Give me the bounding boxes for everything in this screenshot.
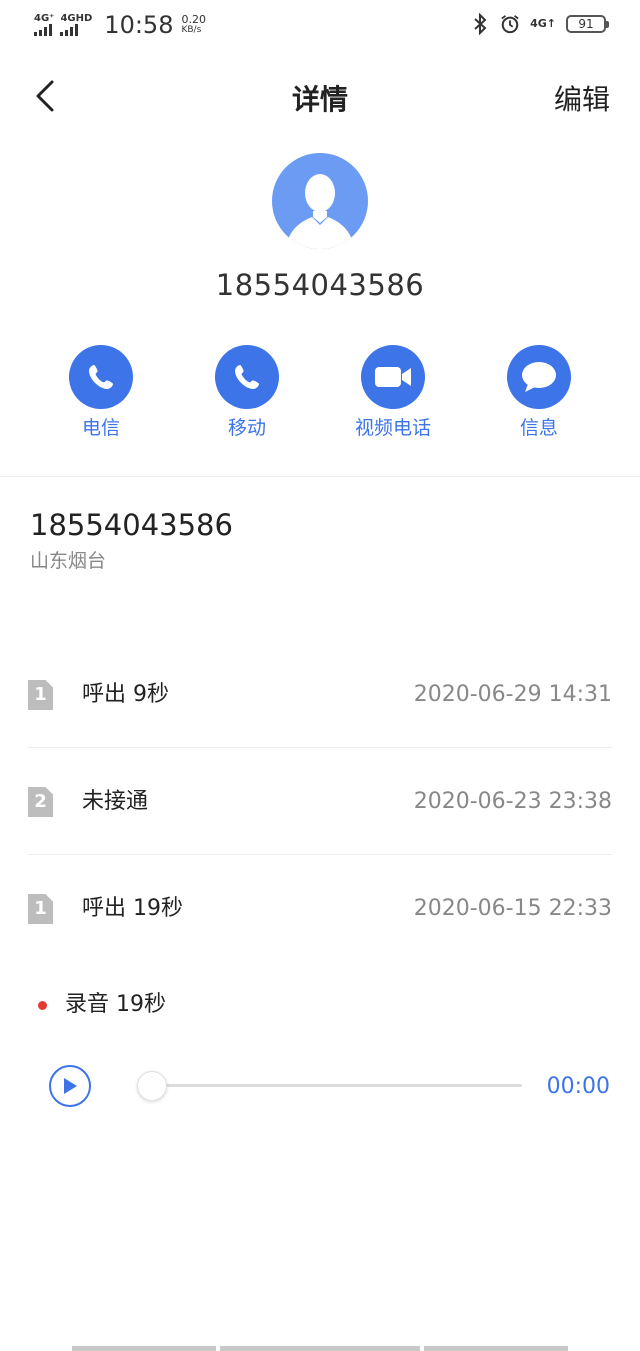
page-title: 详情 <box>291 83 348 116</box>
network-type-sim2: 4GHD <box>60 13 93 24</box>
action-circle <box>361 345 425 409</box>
call-log-row[interactable]: 2 未接通 2020-06-23 23:38 <box>28 787 612 827</box>
phone-icon <box>89 365 113 389</box>
alarm-icon <box>500 12 520 36</box>
call-type: 呼出 19秒 <box>82 896 183 921</box>
call-type: 呼出 9秒 <box>82 682 169 707</box>
nav-hint-bar <box>72 1346 216 1351</box>
video-call-button[interactable]: 视频电话 <box>323 345 463 440</box>
call-log-row[interactable]: 1 呼出 19秒 2020-06-15 22:33 <box>28 894 612 934</box>
message-button[interactable]: 信息 <box>469 345 609 440</box>
call-mobile-button[interactable]: 移动 <box>177 345 317 440</box>
call-log-row[interactable]: 1 呼出 9秒 2020-06-29 14:31 <box>28 680 612 720</box>
video-camera-icon <box>375 367 411 387</box>
sim-card-icon: 1 <box>28 894 53 924</box>
mobile-data-indicator: 4G↑ <box>530 17 556 30</box>
sim-card-icon: 2 <box>28 787 53 817</box>
avatar <box>272 153 368 249</box>
row-divider <box>28 854 612 855</box>
row-divider <box>28 747 612 748</box>
action-label: 移动 <box>227 417 266 439</box>
action-label: 视频电话 <box>354 417 431 439</box>
network-speed: 0.20 KB/s <box>181 14 206 36</box>
network-speed-value: 0.20 <box>181 13 206 26</box>
call-timestamp: 2020-06-29 14:31 <box>413 682 612 707</box>
call-timestamp: 2020-06-15 22:33 <box>413 896 612 921</box>
audio-progress-track[interactable] <box>152 1084 522 1087</box>
call-telecom-button[interactable]: 电信 <box>31 345 171 440</box>
signal-sim2: 4GHD <box>60 14 92 36</box>
recording-indicator-dot <box>38 1001 47 1010</box>
play-button[interactable] <box>49 1065 91 1107</box>
action-label: 电信 <box>81 417 120 439</box>
play-icon <box>64 1078 77 1094</box>
bluetooth-icon <box>470 12 490 36</box>
signal-bars-icon <box>34 24 52 36</box>
audio-progress-thumb[interactable] <box>137 1071 167 1101</box>
status-bar-right: 4G↑ 91 <box>470 12 609 36</box>
call-type: 未接通 <box>82 789 149 814</box>
action-circle <box>215 345 279 409</box>
battery-icon: 91 <box>566 15 609 33</box>
phone-icon <box>235 365 259 389</box>
network-speed-unit: KB/s <box>181 25 202 35</box>
nav-hint-bar <box>424 1346 568 1351</box>
contact-detail-page: 4G⁺ 4GHD 10:58 0.20 KB/s 4G↑ 91 详情 编辑 18… <box>0 0 640 1351</box>
message-bubble-icon <box>522 362 556 392</box>
action-buttons: 电信 移动 视频电话 信息 <box>0 345 640 445</box>
action-circle <box>507 345 571 409</box>
status-bar-left: 4G⁺ 4GHD 10:58 0.20 KB/s <box>34 10 206 40</box>
action-label: 信息 <box>519 417 558 439</box>
detail-phone-number[interactable]: 18554043586 <box>30 508 233 542</box>
network-type-sim1: 4G⁺ <box>34 13 55 24</box>
playback-time: 00:00 <box>546 1074 610 1099</box>
signal-bars-icon <box>60 24 79 36</box>
header-bar: 详情 编辑 <box>0 64 640 128</box>
nav-hint-bar <box>220 1346 420 1351</box>
status-bar: 4G⁺ 4GHD 10:58 0.20 KB/s 4G↑ 91 <box>0 0 640 52</box>
status-time: 10:58 <box>104 11 174 39</box>
person-silhouette-icon <box>286 174 354 249</box>
recording-label: 录音 19秒 <box>65 992 166 1017</box>
bottom-navigation-hint <box>72 1346 568 1351</box>
action-circle <box>69 345 133 409</box>
call-timestamp: 2020-06-23 23:38 <box>413 789 612 814</box>
number-location: 山东烟台 <box>30 550 107 572</box>
sim-card-icon: 1 <box>28 680 53 710</box>
section-divider <box>0 476 640 477</box>
signal-sim1: 4G⁺ <box>34 14 54 36</box>
edit-button[interactable]: 编辑 <box>554 78 610 118</box>
battery-level: 91 <box>578 17 594 31</box>
contact-number: 18554043586 <box>215 268 425 302</box>
